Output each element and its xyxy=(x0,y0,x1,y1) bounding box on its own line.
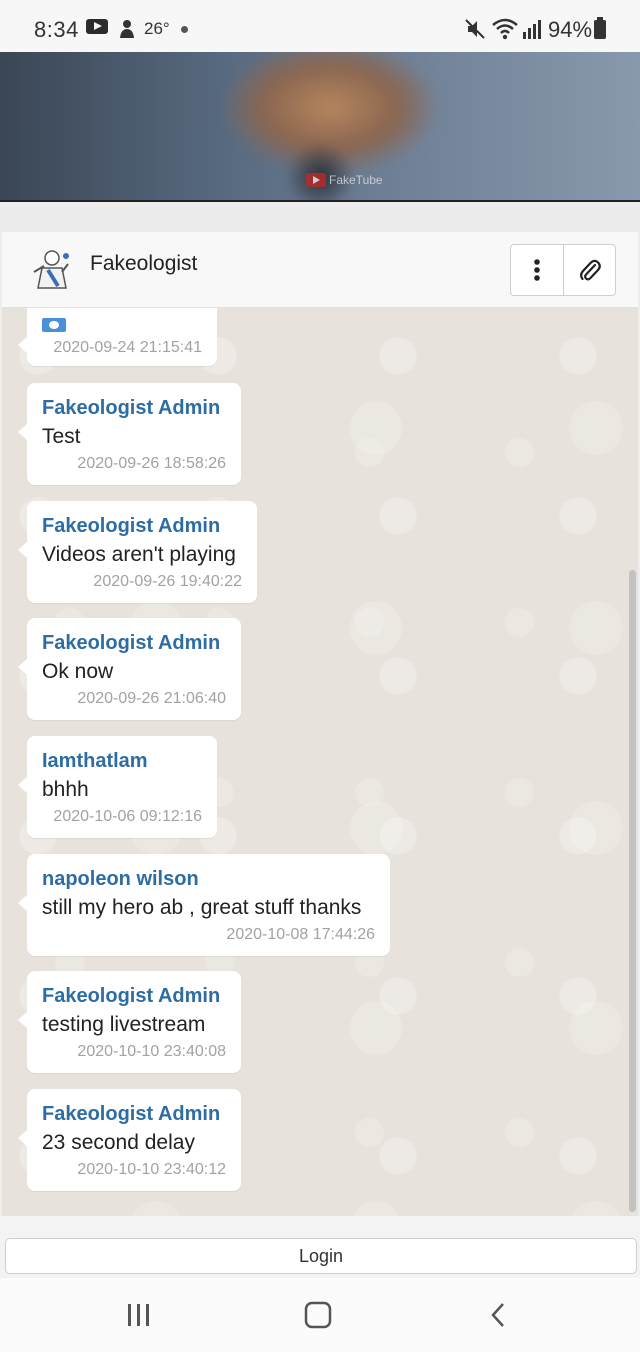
back-button[interactable] xyxy=(478,1300,518,1330)
message-bubble: Fakeologist Admin 23 second delay 2020-1… xyxy=(18,1089,241,1191)
message-text: Test xyxy=(42,425,81,448)
home-button[interactable] xyxy=(298,1300,338,1330)
battery-text: 94% xyxy=(548,17,593,42)
scrollbar-thumb[interactable] xyxy=(629,570,636,1212)
divider xyxy=(0,204,640,232)
battery-icon xyxy=(594,17,606,39)
message-text: still my hero ab , great stuff thanks xyxy=(42,896,362,919)
message-time: 2020-10-06 09:12:16 xyxy=(53,808,202,825)
message-author[interactable]: Fakeologist Admin xyxy=(42,395,226,421)
message-author[interactable]: Fakeologist Admin xyxy=(42,630,226,656)
youtube-icon xyxy=(86,19,108,34)
mute-icon xyxy=(464,18,486,45)
message-text: Ok now xyxy=(42,660,114,683)
status-bar: 8:34 26° 94% xyxy=(0,0,640,52)
message-time: 2020-09-26 21:06:40 xyxy=(77,690,226,707)
message-time: 2020-10-10 23:40:08 xyxy=(77,1043,226,1060)
chat-header: Fakeologist xyxy=(2,232,638,308)
video-player[interactable]: FakeTube xyxy=(0,52,640,202)
message-text: bhhh xyxy=(42,778,89,801)
attach-button[interactable] xyxy=(563,245,615,295)
video-watermark: FakeTube xyxy=(306,172,383,188)
message-time: 2020-10-10 23:40:12 xyxy=(77,1161,226,1178)
message-author[interactable]: Fakeologist Admin xyxy=(42,983,226,1009)
temperature-text: 26° xyxy=(144,19,170,38)
login-area: Login xyxy=(0,1216,640,1278)
play-logo-icon xyxy=(306,173,326,187)
app-screen: 8:34 26° 94% FakeTube Fakeologist 2020-0… xyxy=(0,0,640,1352)
header-button-group xyxy=(510,244,616,296)
message-time: 2020-09-24 21:15:41 xyxy=(53,339,202,356)
message-author[interactable]: Fakeologist Admin xyxy=(42,513,242,539)
flag-icon xyxy=(42,317,66,332)
message-author[interactable]: Fakeologist Admin xyxy=(42,1101,226,1127)
recent-apps-button[interactable] xyxy=(119,1300,159,1330)
message-author[interactable]: Iamthatlam xyxy=(42,748,202,774)
avatar xyxy=(28,246,74,292)
message-author[interactable]: napoleon wilson xyxy=(42,866,375,892)
login-button[interactable]: Login xyxy=(5,1238,637,1274)
menu-button[interactable] xyxy=(511,245,563,295)
message-time: 2020-10-08 17:44:26 xyxy=(226,926,375,943)
message-bubble: Iamthatlam bhhh 2020-10-06 09:12:16 xyxy=(18,736,217,838)
watermark-text: FakeTube xyxy=(329,173,383,187)
message-time: 2020-09-26 18:58:26 xyxy=(77,455,226,472)
message-text: Videos aren't playing xyxy=(42,543,236,566)
message-bubble: Fakeologist Admin testing livestream 202… xyxy=(18,971,241,1073)
paperclip-icon xyxy=(579,259,601,281)
recent-apps-icon xyxy=(128,1304,149,1326)
scrollbar[interactable] xyxy=(626,308,638,1216)
person-icon xyxy=(118,19,136,44)
vertical-dots-icon xyxy=(534,259,540,281)
message-bubble: napoleon wilson still my hero ab , great… xyxy=(18,854,390,956)
home-icon xyxy=(304,1301,332,1329)
message-bubble: Fakeologist Admin Test 2020-09-26 18:58:… xyxy=(18,383,241,485)
message-time: 2020-09-26 19:40:22 xyxy=(93,573,242,590)
dot-icon xyxy=(181,26,188,33)
message-bubble: Fakeologist Admin Videos aren't playing … xyxy=(18,501,257,603)
status-time: 8:34 xyxy=(34,17,79,42)
chat-title: Fakeologist xyxy=(90,252,198,275)
message-bubble: Fakeologist Admin Ok now 2020-09-26 21:0… xyxy=(18,618,241,720)
message-bubble: 2020-09-24 21:15:41 xyxy=(18,308,217,366)
message-text: 23 second delay xyxy=(42,1131,195,1154)
signal-icon xyxy=(522,18,542,45)
navigation-bar xyxy=(0,1278,640,1352)
wifi-icon xyxy=(492,18,518,45)
message-text: testing livestream xyxy=(42,1013,206,1036)
messages-list[interactable]: 2020-09-24 21:15:41 Fakeologist Admin Te… xyxy=(2,308,638,1216)
back-icon xyxy=(491,1303,504,1327)
